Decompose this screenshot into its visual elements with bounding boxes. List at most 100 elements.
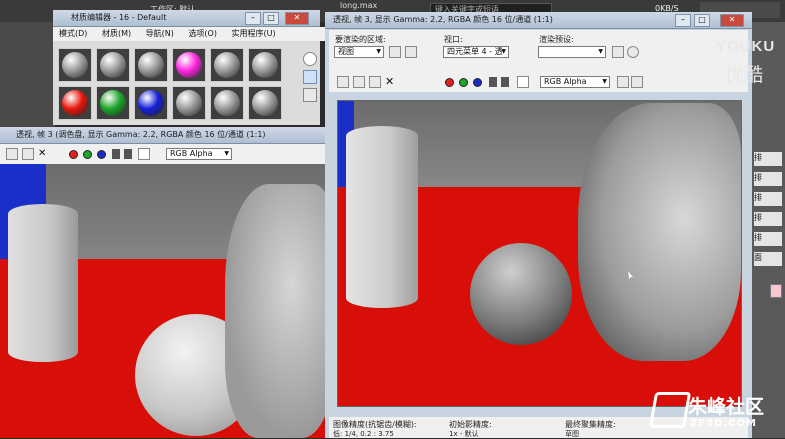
material-sphere	[252, 52, 278, 78]
render-setup-icon[interactable]	[612, 46, 624, 58]
channel-select[interactable]: RGB Alpha	[540, 76, 610, 88]
close-button[interactable]: ✕	[720, 14, 744, 27]
frame-window-right: 透视, 帧 3, 显示 Gamma: 2.2, RGBA 颜色 16 位/通道 …	[325, 12, 752, 438]
cylinder	[8, 204, 78, 362]
material-sphere	[62, 90, 88, 116]
alpha-channel-icon[interactable]	[489, 77, 497, 87]
swatch-white[interactable]	[517, 76, 529, 88]
preset-label: 渲染预设:	[539, 35, 574, 44]
display-icon[interactable]	[631, 76, 643, 88]
material-editor-title: 材质编辑器 - 16 - Default	[71, 13, 167, 22]
clone-icon[interactable]	[22, 148, 34, 160]
material-slot[interactable]	[172, 86, 206, 120]
right-panel-item[interactable]: 排	[754, 192, 782, 206]
zf-logo-icon	[648, 392, 692, 428]
red-channel-icon[interactable]	[445, 78, 454, 87]
material-slot[interactable]	[248, 48, 282, 82]
right-panel-item[interactable]: 面	[754, 252, 782, 266]
swatch-white[interactable]	[138, 148, 150, 160]
viewport-label: 视口:	[444, 35, 463, 44]
clear-icon[interactable]: ✕	[38, 148, 50, 160]
material-slot[interactable]	[248, 86, 282, 120]
material-editor-menubar: 模式(D) 材质(M) 导航(N) 选项(O) 实用程序(U)	[53, 27, 326, 41]
frame-left-titlebar[interactable]: 透视, 帧 3 (调色盘, 显示 Gamma: 2.2, RGBA 颜色 16 …	[0, 127, 330, 144]
material-sphere	[176, 90, 202, 116]
material-sphere	[100, 90, 126, 116]
minimize-button[interactable]: –	[675, 14, 691, 27]
background-button[interactable]	[303, 88, 317, 102]
sample-type-button[interactable]	[303, 52, 317, 66]
right-panel-item[interactable]: 排	[754, 232, 782, 246]
material-slot[interactable]	[210, 86, 244, 120]
blue-channel-icon[interactable]	[473, 78, 482, 87]
material-slot[interactable]	[134, 86, 168, 120]
monochrome-icon[interactable]	[124, 149, 132, 159]
material-slot[interactable]	[210, 48, 244, 82]
menu-material[interactable]: 材质(M)	[102, 29, 131, 38]
youku-logo: YOUKU	[716, 38, 776, 55]
material-editor-window: 材质编辑器 - 16 - Default – □ ✕ 模式(D) 材质(M) 导…	[53, 10, 326, 125]
material-sphere	[214, 90, 240, 116]
toggle-ui-icon[interactable]	[617, 76, 629, 88]
right-panel-item[interactable]: 排	[754, 212, 782, 226]
file-name: long.max	[340, 1, 378, 10]
clone-icon[interactable]	[353, 76, 365, 88]
blue-channel-icon[interactable]	[97, 150, 106, 159]
zf-logo-text: 朱峰社区	[688, 396, 765, 418]
save-image-icon[interactable]	[6, 148, 18, 160]
render-viewport-right	[337, 100, 742, 407]
material-slot[interactable]	[134, 48, 168, 82]
material-slot[interactable]	[58, 86, 92, 120]
auto-region-icon[interactable]	[405, 46, 417, 58]
material-sphere	[252, 90, 278, 116]
area-select[interactable]: 视图	[334, 46, 384, 58]
save-image-icon[interactable]	[337, 76, 349, 88]
environment-icon[interactable]	[627, 46, 639, 58]
menu-navigation[interactable]: 导航(N)	[146, 29, 174, 38]
green-channel-icon[interactable]	[83, 150, 92, 159]
maximize-button[interactable]: □	[694, 14, 710, 27]
backlight-button[interactable]	[303, 70, 317, 84]
material-editor-titlebar[interactable]: 材质编辑器 - 16 - Default	[53, 10, 320, 27]
frame-right-title: 透视, 帧 3, 显示 Gamma: 2.2, RGBA 颜色 16 位/通道 …	[333, 15, 553, 24]
material-sphere	[214, 52, 240, 78]
material-sphere	[176, 52, 202, 78]
dragon-statue	[578, 103, 741, 361]
material-sphere	[138, 90, 164, 116]
close-button[interactable]: ✕	[285, 12, 309, 25]
right-panel-item[interactable]: 排	[754, 172, 782, 186]
alpha-channel-icon[interactable]	[112, 149, 120, 159]
red-channel-icon[interactable]	[69, 150, 78, 159]
minimize-button[interactable]: –	[245, 12, 261, 25]
edit-region-icon[interactable]	[389, 46, 401, 58]
lock-icon[interactable]	[517, 46, 529, 58]
zf-logo-url: ZF3D.COM	[690, 418, 757, 429]
green-channel-icon[interactable]	[459, 78, 468, 87]
viewport-select[interactable]: 四元菜单 4 - 透	[443, 46, 509, 58]
menu-options[interactable]: 选项(O)	[188, 29, 217, 38]
material-slot[interactable]	[172, 48, 206, 82]
print-icon[interactable]	[369, 76, 381, 88]
menu-mode[interactable]: 模式(D)	[59, 29, 87, 38]
menu-utilities[interactable]: 实用程序(U)	[232, 29, 276, 38]
material-slot[interactable]	[58, 48, 92, 82]
maximize-button[interactable]: □	[263, 12, 279, 25]
material-slot[interactable]	[96, 86, 130, 120]
frame-right-toolbar: 要渲染的区域: 视图 视口: 四元菜单 4 - 透 渲染预设: ✕ RGB Al…	[329, 30, 748, 92]
color-swatch[interactable]	[770, 284, 782, 298]
cylinder	[346, 126, 418, 308]
clear-icon[interactable]: ✕	[385, 75, 397, 88]
preset-select[interactable]	[538, 46, 606, 58]
material-slot[interactable]	[96, 48, 130, 82]
frame-left-title: 透视, 帧 3 (调色盘, 显示 Gamma: 2.2, RGBA 颜色 16 …	[16, 130, 266, 139]
frame-window-left: 透视, 帧 3 (调色盘, 显示 Gamma: 2.2, RGBA 颜色 16 …	[0, 127, 330, 438]
material-sphere	[62, 52, 88, 78]
channel-select[interactable]: RGB Alpha	[166, 148, 232, 160]
youku-logo-cn: 优酷	[725, 64, 764, 86]
monochrome-icon[interactable]	[501, 77, 509, 87]
right-panel-item[interactable]: 排	[754, 152, 782, 166]
material-sphere	[100, 52, 126, 78]
area-label: 要渲染的区域:	[335, 35, 386, 44]
frame-left-toolbar: ✕ RGB Alpha	[0, 144, 330, 164]
material-sphere	[138, 52, 164, 78]
